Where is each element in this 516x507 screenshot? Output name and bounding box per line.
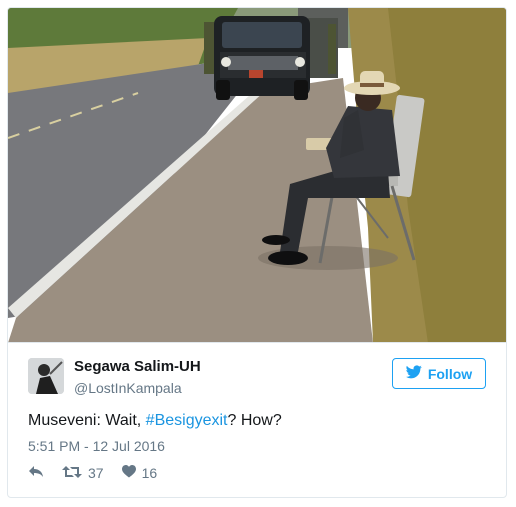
tweet-text-prefix: Museveni: Wait, (28, 412, 146, 429)
like-button[interactable]: 16 (121, 465, 158, 481)
tweet-timestamp[interactable]: 5:51 PM - 12 Jul 2016 (28, 438, 165, 454)
retweet-icon (62, 465, 82, 482)
follow-button[interactable]: Follow (392, 358, 486, 389)
like-count: 16 (141, 465, 158, 481)
tweet-card: Segawa Salim-UH @LostInKampala Follow Mu… (7, 7, 507, 498)
hashtag-link[interactable]: #Besigyexit (146, 412, 228, 429)
heart-icon (121, 465, 136, 481)
retweet-button[interactable]: 37 (62, 465, 104, 482)
tweet-text-suffix: ? How? (227, 412, 282, 429)
reply-arrow-icon (28, 465, 44, 481)
follow-label: Follow (427, 365, 473, 382)
author-name[interactable]: Segawa Salim-UH (74, 358, 201, 375)
tweet-text: Museveni: Wait, #Besigyexit? How? (28, 412, 282, 430)
author-avatar[interactable] (28, 358, 64, 394)
retweet-count: 37 (88, 465, 104, 481)
reply-button[interactable] (28, 465, 44, 481)
twitter-bird-icon (405, 365, 422, 382)
author-handle[interactable]: @LostInKampala (74, 380, 182, 396)
tweet-actions: 37 16 (28, 464, 175, 482)
tweet-photo[interactable] (8, 8, 506, 343)
